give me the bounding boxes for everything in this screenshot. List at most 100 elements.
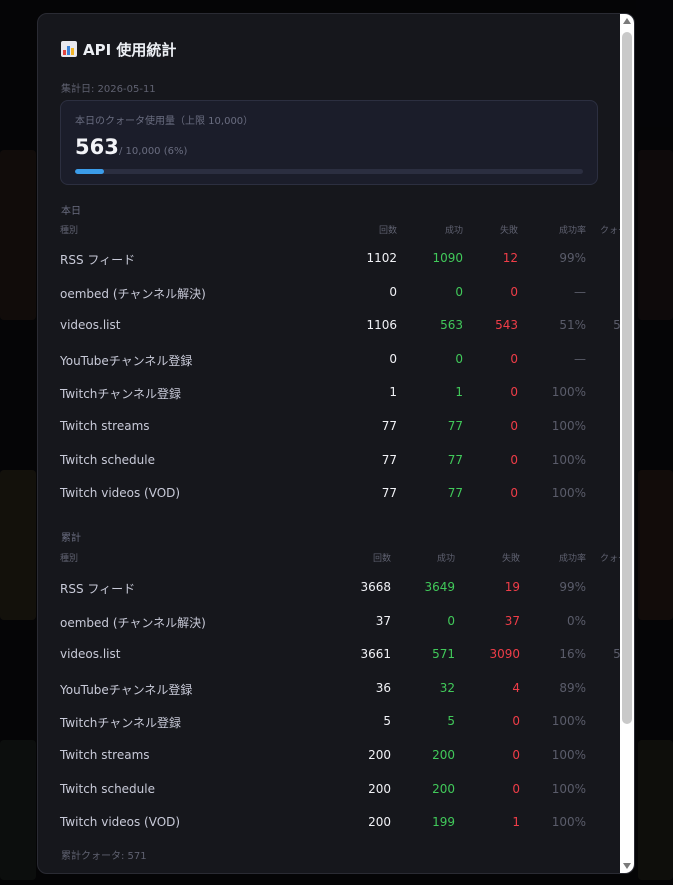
row-count: 5 <box>383 714 391 729</box>
row-type: oembed (チャンネル解決) <box>60 286 206 301</box>
row-success-rate: 100% <box>551 815 586 830</box>
row-count: 0 <box>389 284 397 299</box>
row-count: 77 <box>381 419 397 433</box>
row-success: 1 <box>455 385 463 400</box>
row-count: 36 <box>375 680 391 695</box>
aggregation-date: 集計日: 2026-05-11 <box>61 84 156 95</box>
col-header-rate: 成功率 <box>558 554 586 564</box>
total-quota-footer: 累計クォータ: 571 <box>61 851 147 862</box>
row-success-rate: 99% <box>559 251 586 265</box>
col-header-fail: 失敗 <box>499 226 518 236</box>
row-success: 0 <box>455 284 463 299</box>
col-header-fail: 失敗 <box>501 554 520 564</box>
table-header: 種別 回数 成功 失敗 成功率 クォータ <box>38 551 634 571</box>
row-type: YouTubeチャンネル登録 <box>60 682 193 697</box>
section-total-label: 累計 <box>61 533 81 544</box>
table-row: videos.list3661571309016%571 <box>38 647 634 667</box>
modal-content: API 使用統計 集計日: 2026-05-11 本日のクォータ使用量（上限 1… <box>38 14 634 873</box>
table-row: Twitchチャンネル登録 5 5 0 100% <box>38 714 620 734</box>
row-success: 32 <box>439 680 455 695</box>
modal-title: API 使用統計 <box>61 38 176 60</box>
row-type: RSS フィード <box>60 253 136 267</box>
row-success-rate: 16% <box>559 647 586 662</box>
table-row: RSS フィード 1102 1090 12 99% <box>38 251 620 271</box>
row-success: 200 <box>432 748 455 762</box>
quota-card: 本日のクォータ使用量（上限 10,000） 563 / 10,000 (6%) <box>60 100 598 185</box>
row-success-rate: 100% <box>551 781 586 796</box>
row-count: 200 <box>368 815 391 830</box>
row-fail: 1 <box>512 815 520 830</box>
row-success: 200 <box>432 781 455 796</box>
row-count: 77 <box>381 452 397 467</box>
col-header-success: 成功 <box>436 554 455 564</box>
row-count: 37 <box>375 613 391 628</box>
row-count: 1 <box>389 385 397 400</box>
row-fail: 543 <box>495 318 518 333</box>
scroll-down-icon[interactable] <box>623 863 631 869</box>
row-fail: 0 <box>510 284 518 299</box>
col-header-count: 回数 <box>372 554 391 564</box>
scroll-up-icon[interactable] <box>623 18 631 24</box>
table-row: YouTubeチャンネル登録 0 0 0 — <box>38 352 620 372</box>
row-count: 200 <box>368 781 391 796</box>
row-success: 199 <box>432 815 455 830</box>
row-success: 5 <box>447 714 455 729</box>
table-row: Twitch videos (VOD) 200 199 1 100% <box>38 815 620 835</box>
table-row: YouTubeチャンネル登録 36 32 4 89% <box>38 681 620 701</box>
row-type: Twitch videos (VOD) <box>60 815 181 830</box>
row-fail: 3090 <box>489 647 520 662</box>
row-success-rate: 51% <box>559 318 586 333</box>
row-success-rate: 100% <box>551 385 586 400</box>
row-success-rate: 0% <box>566 613 586 628</box>
row-success-rate: 99% <box>559 580 586 594</box>
row-type: YouTubeチャンネル登録 <box>60 353 193 368</box>
table-row: Twitch streams 200 200 0 100% <box>38 748 620 768</box>
row-count: 1102 <box>366 251 397 265</box>
row-count: 77 <box>381 486 397 501</box>
col-header-type: 種別 <box>60 554 79 564</box>
col-header-rate: 成功率 <box>558 226 586 236</box>
row-success-rate: 100% <box>551 486 586 501</box>
table-row: Twitch videos (VOD) 77 77 0 100% <box>38 486 620 506</box>
row-type: Twitchチャンネル登録 <box>60 387 182 402</box>
row-type: Twitch streams <box>60 748 150 762</box>
row-fail: 4 <box>512 680 520 695</box>
row-success: 571 <box>432 647 455 662</box>
col-header-count: 回数 <box>378 226 397 236</box>
row-success: 3649 <box>424 580 455 594</box>
quota-label: 本日のクォータ使用量（上限 10,000） <box>75 116 254 127</box>
table-row: Twitchチャンネル登録 1 1 0 100% <box>38 385 620 405</box>
api-usage-modal: API 使用統計 集計日: 2026-05-11 本日のクォータ使用量（上限 1… <box>37 13 635 874</box>
row-type: videos.list <box>60 647 121 662</box>
row-fail: 0 <box>510 351 518 366</box>
row-success-rate: — <box>574 351 586 366</box>
row-count: 200 <box>368 748 391 762</box>
row-fail: 0 <box>512 781 520 796</box>
table-row: Twitch schedule 77 77 0 100% <box>38 453 620 473</box>
row-success-rate: 100% <box>551 748 586 762</box>
scrollbar-thumb[interactable] <box>622 32 632 724</box>
table-row: videos.list110656354351%563 <box>38 318 634 338</box>
row-type: videos.list <box>60 318 121 333</box>
quota-progress-fill <box>75 169 104 174</box>
row-success-rate: — <box>574 284 586 299</box>
row-type: Twitch schedule <box>60 452 155 467</box>
col-header-type: 種別 <box>60 226 79 236</box>
row-success: 1090 <box>432 251 463 265</box>
section-today-label: 本日 <box>61 206 81 217</box>
row-fail: 12 <box>502 251 518 265</box>
row-count: 3668 <box>360 580 391 594</box>
row-type: Twitchチャンネル登録 <box>60 716 182 731</box>
row-count: 0 <box>389 351 397 366</box>
row-success: 0 <box>455 351 463 366</box>
modal-scrollbar[interactable] <box>620 14 634 873</box>
quota-progress-bar <box>75 169 583 174</box>
row-type: oembed (チャンネル解決) <box>60 615 206 630</box>
table-row: oembed (チャンネル解決) 0 0 0 — <box>38 285 620 305</box>
row-count: 3661 <box>360 647 391 662</box>
row-fail: 0 <box>510 419 518 433</box>
row-success-rate: 100% <box>551 452 586 467</box>
bar-chart-icon <box>61 41 77 57</box>
row-success: 0 <box>447 613 455 628</box>
row-success: 77 <box>447 419 463 433</box>
